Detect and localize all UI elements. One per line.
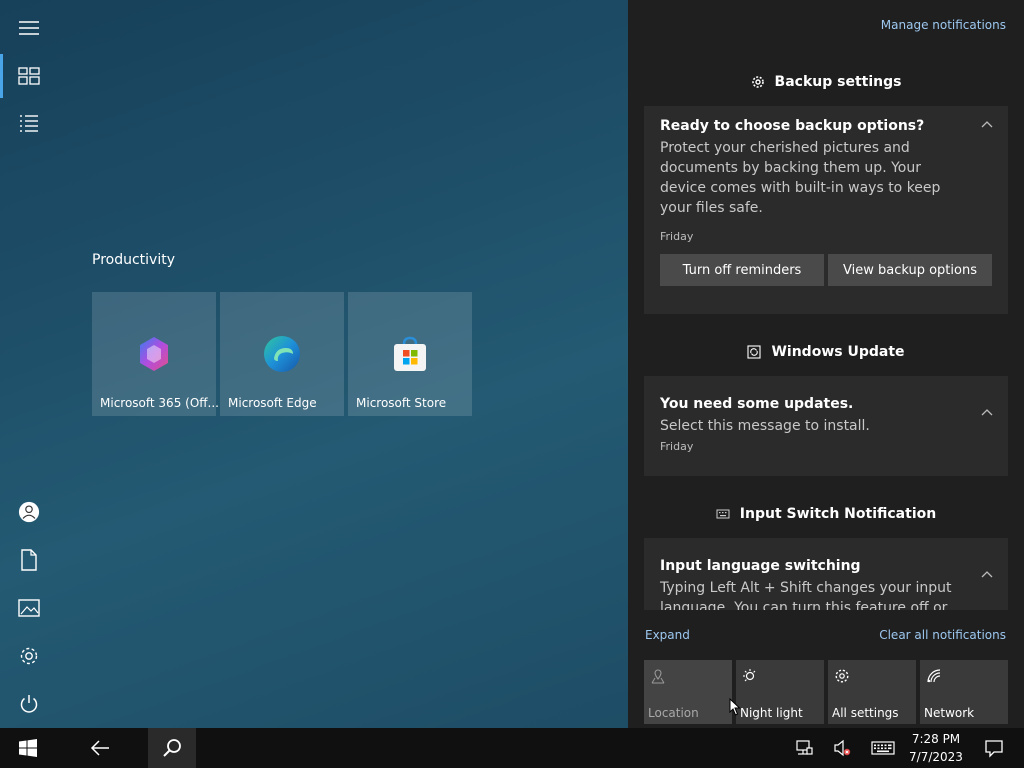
rail-active-indicator bbox=[0, 54, 3, 98]
keyboard-icon bbox=[716, 509, 730, 519]
hamburger-menu-button[interactable] bbox=[5, 8, 53, 48]
gear-icon bbox=[20, 647, 38, 665]
section-header-backup: Backup settings bbox=[628, 74, 1024, 90]
notification-windows-update[interactable]: You need some updates. Select this messa… bbox=[644, 376, 1008, 476]
chevron-up-icon[interactable] bbox=[980, 118, 994, 132]
store-icon bbox=[394, 336, 426, 371]
pictures-button[interactable] bbox=[5, 588, 53, 628]
notification-body: Typing Left Alt + Shift changes your inp… bbox=[660, 580, 952, 610]
back-arrow-icon bbox=[90, 740, 109, 756]
user-icon bbox=[18, 501, 40, 523]
quick-action-label: Location bbox=[648, 706, 699, 720]
section-header-input-switch: Input Switch Notification bbox=[628, 506, 1024, 522]
pinned-tiles-button[interactable] bbox=[5, 56, 53, 96]
volume-button[interactable] bbox=[820, 728, 864, 768]
notification-input-switch[interactable]: Input language switching Typing Left Alt… bbox=[644, 538, 1008, 610]
settings-icon bbox=[835, 669, 849, 683]
touch-keyboard-button[interactable] bbox=[860, 728, 906, 768]
windows-logo-icon bbox=[19, 739, 37, 757]
hamburger-icon bbox=[19, 21, 39, 35]
start-menu: Productivity Microsoft 365 (Off... Micro… bbox=[0, 0, 628, 728]
notification-backup[interactable]: Ready to choose backup options? Protect … bbox=[644, 106, 1008, 314]
notification-time: Friday bbox=[660, 230, 694, 243]
section-header-label: Input Switch Notification bbox=[739, 506, 937, 522]
night-light-icon bbox=[743, 669, 756, 682]
power-icon bbox=[20, 695, 38, 713]
quick-action-night-light[interactable]: Night light bbox=[736, 660, 824, 724]
start-rail bbox=[0, 0, 58, 728]
keyboard-icon bbox=[871, 741, 895, 755]
location-icon bbox=[651, 669, 665, 684]
quick-action-all-settings[interactable]: All settings bbox=[828, 660, 916, 724]
section-header-label: Backup settings bbox=[774, 74, 902, 90]
quick-action-label: All settings bbox=[832, 706, 899, 720]
turn-off-reminders-button[interactable]: Turn off reminders bbox=[660, 254, 824, 286]
start-button[interactable] bbox=[4, 728, 52, 768]
quick-action-label: Network bbox=[924, 706, 975, 720]
documents-button[interactable] bbox=[5, 540, 53, 580]
tile-microsoft-365[interactable]: Microsoft 365 (Off... bbox=[92, 292, 219, 416]
clock-time: 7:28 PM bbox=[911, 732, 961, 746]
action-center: Manage notifications Backup settings Rea… bbox=[628, 0, 1024, 728]
chevron-up-icon[interactable] bbox=[980, 406, 994, 420]
notification-title: You need some updates. bbox=[660, 396, 854, 412]
tiles-icon bbox=[18, 67, 40, 85]
back-button[interactable] bbox=[76, 728, 124, 768]
network-icon bbox=[927, 669, 941, 683]
section-header-windows-update: Windows Update bbox=[628, 344, 1024, 360]
notification-icon bbox=[985, 740, 1003, 758]
notification-body: Protect your cherished pictures and docu… bbox=[660, 140, 941, 216]
taskbar: 7:28 PM 7/7/2023 bbox=[0, 728, 1024, 768]
quick-action-network[interactable]: Network bbox=[920, 660, 1008, 724]
search-icon bbox=[163, 739, 181, 757]
tile-microsoft-edge[interactable]: Microsoft Edge bbox=[220, 292, 344, 416]
edge-icon bbox=[264, 336, 300, 372]
search-button[interactable] bbox=[148, 728, 196, 768]
picture-icon bbox=[18, 599, 40, 617]
chevron-up-icon[interactable] bbox=[980, 568, 994, 582]
gear-icon bbox=[751, 76, 764, 88]
wired-network-icon bbox=[796, 740, 813, 755]
quick-action-location[interactable]: Location bbox=[644, 660, 732, 724]
tile-label: Microsoft Edge bbox=[228, 396, 317, 410]
action-center-button[interactable] bbox=[970, 728, 1018, 768]
volume-muted-icon bbox=[834, 739, 851, 757]
quick-action-label: Night light bbox=[740, 706, 803, 720]
tile-microsoft-store[interactable]: Microsoft Store bbox=[348, 292, 472, 416]
mouse-cursor-icon bbox=[729, 698, 741, 716]
user-account-button[interactable] bbox=[5, 492, 53, 532]
manage-notifications-link[interactable]: Manage notifications bbox=[881, 18, 1006, 32]
refresh-icon bbox=[747, 345, 762, 359]
clear-all-notifications-link[interactable]: Clear all notifications bbox=[879, 628, 1006, 642]
document-icon bbox=[21, 549, 37, 571]
tile-label: Microsoft 365 (Off... bbox=[100, 396, 219, 410]
notification-time: Friday bbox=[660, 440, 694, 453]
view-backup-options-button[interactable]: View backup options bbox=[828, 254, 992, 286]
list-icon bbox=[20, 115, 38, 132]
notification-title: Input language switching bbox=[660, 558, 861, 574]
notification-body: Select this message to install. bbox=[660, 418, 870, 434]
microsoft-365-icon bbox=[140, 337, 168, 371]
all-apps-button[interactable] bbox=[5, 104, 53, 144]
section-header-label: Windows Update bbox=[771, 344, 905, 360]
tile-group-title: Productivity bbox=[92, 252, 175, 268]
tile-label: Microsoft Store bbox=[356, 396, 447, 410]
settings-button[interactable] bbox=[5, 636, 53, 676]
expand-link[interactable]: Expand bbox=[645, 628, 690, 642]
notification-title: Ready to choose backup options? bbox=[660, 118, 925, 134]
taskbar-clock[interactable]: 7:28 PM 7/7/2023 bbox=[906, 730, 966, 766]
clock-date: 7/7/2023 bbox=[909, 750, 963, 764]
power-button[interactable] bbox=[5, 684, 53, 724]
